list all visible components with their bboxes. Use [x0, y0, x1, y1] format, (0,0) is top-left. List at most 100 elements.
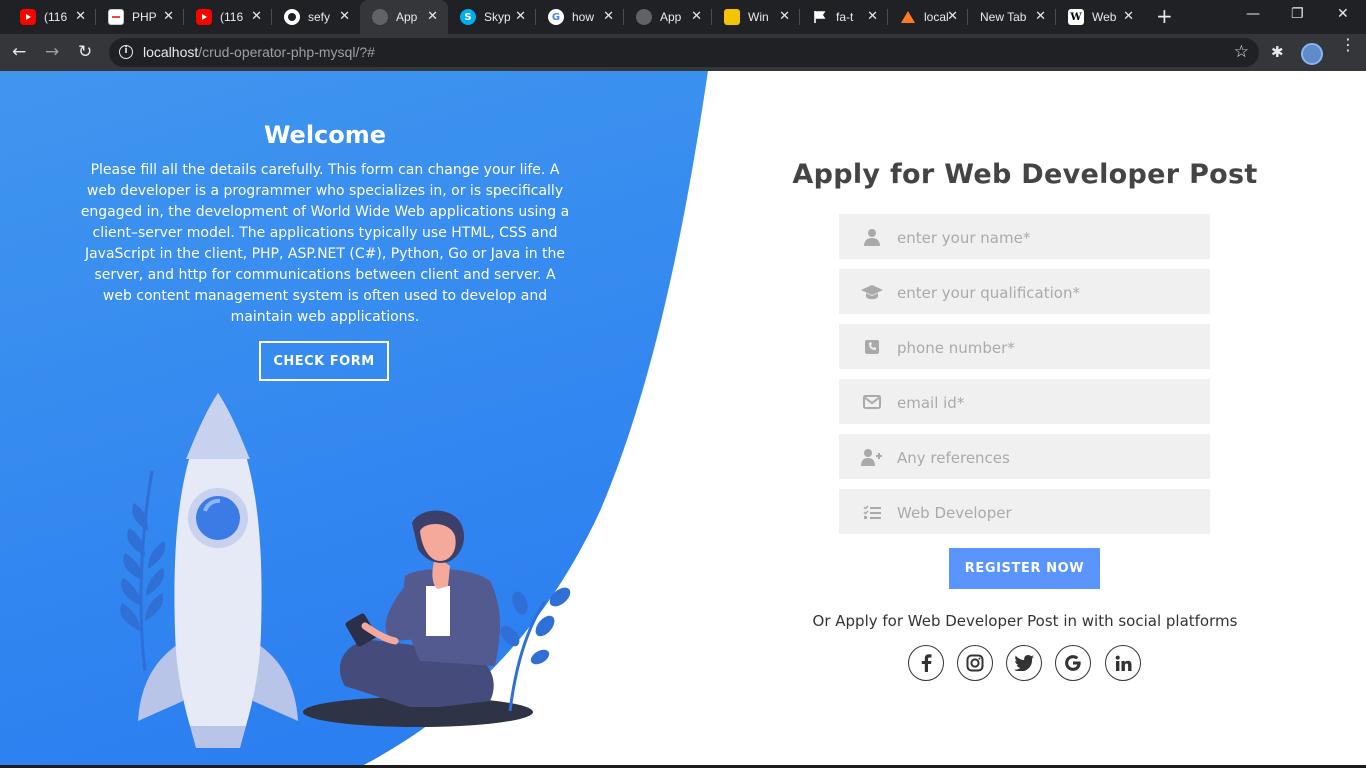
profile-avatar[interactable] — [1301, 43, 1323, 65]
url-text[interactable]: localhost/crud-operator-php-mysql/?# — [143, 44, 375, 60]
xampp-icon — [900, 9, 916, 25]
globe-icon — [636, 9, 652, 25]
bookmark-star-icon[interactable]: ☆ — [1234, 42, 1249, 62]
flag-icon — [812, 9, 828, 25]
envelope-icon — [861, 392, 883, 412]
wikipedia-icon: W — [1068, 9, 1084, 25]
tab-title: sefy — [308, 10, 331, 24]
list-icon — [861, 502, 883, 522]
qualification-input[interactable] — [897, 269, 1197, 314]
user-icon — [861, 227, 883, 247]
browser-tab[interactable]: sefy ✕ — [272, 0, 360, 34]
close-tab-icon[interactable]: ✕ — [163, 9, 174, 25]
email-field[interactable] — [839, 379, 1210, 424]
reload-icon[interactable]: ↻ — [78, 42, 92, 62]
tab-title: how — [572, 10, 595, 24]
close-tab-icon[interactable]: ✕ — [1035, 9, 1046, 25]
instagram-icon[interactable] — [957, 645, 993, 681]
phone-input[interactable] — [897, 324, 1197, 369]
close-tab-icon[interactable]: ✕ — [779, 9, 790, 25]
close-window-icon[interactable]: ✕ — [1337, 6, 1349, 22]
browser-tab[interactable]: local ✕ — [888, 0, 968, 34]
linkedin-icon[interactable] — [1105, 645, 1141, 681]
user-plus-icon — [861, 447, 883, 467]
register-now-button[interactable]: REGISTER NOW — [949, 548, 1100, 589]
tab-title: (116 — [220, 10, 244, 24]
skype-icon: S — [460, 9, 476, 25]
social-platforms-text: Or Apply for Web Developer Post in with … — [812, 612, 1238, 630]
globe-icon — [372, 9, 388, 25]
references-input[interactable] — [897, 434, 1197, 479]
form-title: Apply for Web Developer Post — [792, 159, 1258, 190]
tab-title: local — [924, 10, 949, 24]
php-icon — [108, 9, 124, 25]
page-content: Welcome Please fill all the details care… — [0, 71, 1366, 768]
minimize-icon[interactable]: — — [1246, 6, 1260, 22]
email-input[interactable] — [897, 379, 1197, 424]
tab-title: Win — [748, 10, 769, 24]
google-icon: G — [548, 9, 564, 25]
welcome-description: Please fill all the details carefully. T… — [80, 162, 570, 325]
close-tab-icon[interactable]: ✕ — [515, 9, 526, 25]
back-icon[interactable]: ← — [12, 42, 26, 62]
close-tab-icon[interactable]: ✕ — [251, 9, 262, 25]
rocket-person-illustration — [120, 393, 571, 748]
browser-tab[interactable]: W Web ✕ — [1056, 0, 1144, 34]
tab-title: New Tab — [980, 10, 1027, 24]
close-tab-icon[interactable]: ✕ — [427, 9, 438, 25]
youtube-icon — [196, 9, 212, 25]
fern-plant-left — [120, 470, 166, 672]
close-tab-icon[interactable]: ✕ — [603, 9, 614, 25]
menu-kebab-icon[interactable]: ⋮ — [1340, 37, 1356, 53]
twitter-icon[interactable] — [1006, 645, 1042, 681]
info-icon[interactable]: i — [119, 45, 133, 59]
post-field[interactable] — [839, 489, 1210, 534]
graduation-cap-icon — [861, 282, 883, 302]
phone-icon — [861, 337, 883, 357]
post-input[interactable] — [897, 489, 1197, 534]
references-field[interactable] — [839, 434, 1210, 479]
tab-title: Web — [1092, 10, 1117, 24]
tab-title: (116 — [44, 10, 68, 24]
phone-field[interactable] — [839, 324, 1210, 369]
close-tab-icon[interactable]: ✕ — [75, 9, 86, 25]
new-tab-icon[interactable]: + — [1156, 6, 1173, 26]
google-icon[interactable] — [1055, 645, 1091, 681]
name-field[interactable] — [839, 214, 1210, 259]
windows-icon — [724, 9, 740, 25]
browser-tab[interactable]: App ✕ — [624, 0, 712, 34]
qualification-field[interactable] — [839, 269, 1210, 314]
close-tab-icon[interactable]: ✕ — [1123, 9, 1134, 25]
close-tab-icon[interactable]: ✕ — [691, 9, 702, 25]
tab-title: PHP — [132, 10, 157, 24]
restore-icon[interactable]: ❐ — [1291, 6, 1304, 22]
github-icon — [284, 9, 300, 25]
youtube-icon — [20, 9, 36, 25]
close-tab-icon[interactable]: ✕ — [867, 9, 878, 25]
browser-tab[interactable]: Win ✕ — [712, 0, 800, 34]
facebook-icon[interactable] — [908, 645, 944, 681]
welcome-title: Welcome — [263, 121, 387, 149]
close-tab-icon[interactable]: ✕ — [339, 9, 350, 25]
person-with-phone — [339, 510, 500, 707]
browser-tab[interactable]: New Tab ✕ — [968, 0, 1056, 34]
close-tab-icon[interactable]: ✕ — [947, 9, 958, 25]
browser-tab-active[interactable]: App ✕ — [360, 0, 448, 34]
browser-tab[interactable]: (116 ✕ — [184, 0, 272, 34]
tab-title: Skyp — [484, 10, 510, 24]
browser-tab[interactable]: (116 ✕ — [8, 0, 96, 34]
forward-icon[interactable]: → — [45, 42, 59, 62]
tab-title: App — [396, 10, 418, 24]
plant-right — [500, 587, 571, 712]
browser-tab[interactable]: S Skyp ✕ — [448, 0, 536, 34]
tab-strip: (116 ✕ PHP ✕ (116 ✕ sefy ✕ App ✕ S Skyp … — [0, 0, 1366, 34]
tab-title: App — [660, 10, 682, 24]
browser-tab[interactable]: fa-t ✕ — [800, 0, 888, 34]
address-bar[interactable]: i localhost/crud-operator-php-mysql/?# ☆ — [109, 38, 1259, 67]
browser-tab[interactable]: PHP ✕ — [96, 0, 184, 34]
browser-tab[interactable]: G how ✕ — [536, 0, 624, 34]
extensions-puzzle-icon[interactable]: ✱ — [1271, 43, 1284, 61]
name-input[interactable] — [897, 214, 1197, 259]
tab-title: fa-t — [836, 10, 854, 24]
browser-toolbar: ← → ↻ i localhost/crud-operator-php-mysq… — [0, 34, 1366, 71]
